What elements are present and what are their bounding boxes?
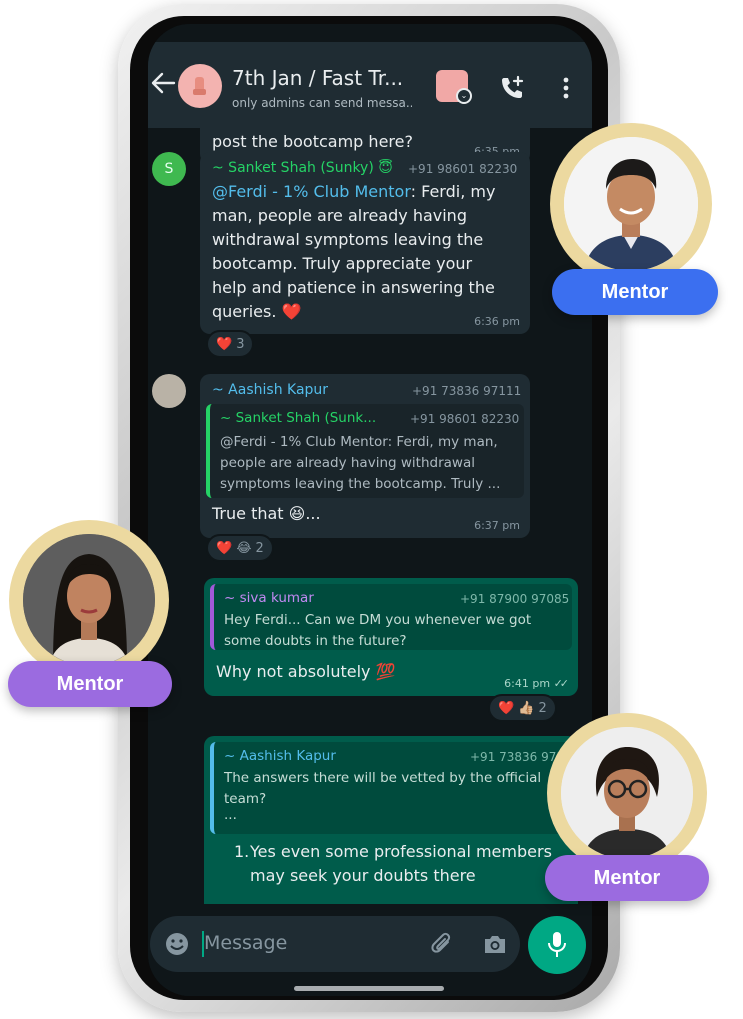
message-bubble[interactable]: ~ siva kumar +91 87900 97085 Hey Ferdi..… — [204, 578, 578, 696]
quote-phone: +91 98601 82230 — [410, 412, 520, 426]
chevron-down-icon: ⌄ — [456, 88, 472, 104]
reaction-pill[interactable]: ❤️ 👍🏼 2 — [488, 694, 557, 722]
emoji-icon[interactable] — [164, 931, 190, 957]
message-text: : Ferdi, my — [410, 182, 496, 201]
quote-body: The answers there will be vetted by the … — [224, 768, 542, 823]
quoted-message[interactable]: ~ Aashish Kapur +91 73836 9711 The answe… — [210, 742, 572, 834]
reaction-pill[interactable]: ❤️ 3 — [206, 330, 255, 358]
back-arrow-icon[interactable] — [150, 72, 176, 94]
person-portrait-icon — [561, 727, 693, 859]
message-bubble[interactable]: ~ Aashish Kapur +91 73836 97111 ~ Sanket… — [200, 374, 530, 538]
chat-header: 7th Jan / Fast Tr... only admins can sen… — [148, 42, 592, 128]
quote-body: @Ferdi - 1% Club Mentor: Ferdi, my man, … — [220, 432, 500, 495]
message-line: @Ferdi - 1% Club Mentor: Ferdi, my — [212, 180, 522, 204]
quote-line: ... — [224, 807, 237, 823]
message-line: help and patience in answering the — [212, 278, 495, 297]
reaction-count: 2 — [255, 540, 264, 556]
mic-button[interactable] — [528, 916, 586, 974]
quote-line: The answers there will be vetted by the … — [224, 770, 542, 786]
quote-line: symptoms leaving the bootcamp. Truly ... — [220, 476, 501, 492]
message-sender: ~ Aashish Kapur — [212, 382, 329, 398]
mentor-avatar — [547, 713, 707, 873]
list-text: Yes even some professional members may s… — [250, 840, 552, 888]
more-options-icon[interactable] — [556, 76, 576, 100]
sender-avatar[interactable] — [152, 374, 186, 408]
person-portrait-icon — [564, 137, 698, 271]
home-indicator[interactable] — [294, 986, 444, 991]
message-text: post the bootcamp here? — [212, 132, 413, 151]
mentor-avatar — [550, 123, 712, 285]
quote-phone: +91 87900 97085 — [460, 592, 570, 606]
message-text: True that 😆... — [212, 504, 321, 523]
quoted-message[interactable]: ~ Sanket Shah (Sunk... +91 98601 82230 @… — [206, 404, 524, 498]
reaction-emojis: ❤️ 👍🏼 — [498, 700, 535, 716]
quote-sender: ~ siva kumar — [224, 590, 314, 606]
quote-line: some doubts in the future? — [224, 633, 407, 649]
chat-subtitle: only admins can send messa... — [232, 96, 412, 110]
message-bubble[interactable]: ~ Aashish Kapur +91 73836 9711 The answe… — [204, 736, 578, 926]
message-sender: ~ Sanket Shah (Sunky) 😇 — [212, 160, 393, 176]
message-line: man, people are already having — [212, 206, 467, 225]
camera-icon[interactable] — [482, 932, 508, 956]
attach-icon[interactable] — [430, 931, 454, 957]
quote-sender: ~ Sanket Shah (Sunk... — [220, 410, 377, 426]
reaction-count: 3 — [236, 336, 245, 352]
sender-phone: +91 73836 97111 — [412, 384, 522, 398]
add-call-icon[interactable] — [498, 74, 526, 102]
mention-link[interactable]: @Ferdi - 1% Club Mentor — [212, 182, 411, 201]
quoted-message[interactable]: ~ siva kumar +91 87900 97085 Hey Ferdi..… — [210, 584, 572, 650]
mic-icon — [548, 932, 566, 957]
message-bubble[interactable]: ~ Sanket Shah (Sunky) 😇 +91 98601 82230 … — [200, 152, 530, 334]
group-avatar[interactable] — [178, 64, 222, 108]
message-time: 6:41 pm ✓✓ — [504, 677, 570, 690]
message-text: Why not absolutely 💯 — [216, 662, 396, 681]
sender-phone: +91 98601 82230 — [408, 162, 518, 176]
sender-avatar[interactable]: S — [152, 152, 186, 186]
group-avatar-icon — [193, 77, 206, 95]
sender-avatar-letter: S — [164, 161, 174, 177]
message-body: @Ferdi - 1% Club Mentor: Ferdi, my man, … — [212, 180, 522, 324]
quote-line: @Ferdi - 1% Club Mentor: Ferdi, my man, — [220, 434, 498, 450]
message-time: 6:37 pm — [474, 519, 520, 532]
message-time: 6:36 pm — [474, 315, 520, 328]
reaction-pill[interactable]: ❤️ 😂 2 — [206, 534, 274, 562]
message-placeholder: Message — [204, 932, 288, 954]
quote-line: team? — [224, 791, 267, 807]
mentor-avatar — [9, 520, 169, 680]
message-line: withdrawal symptoms leaving the — [212, 230, 484, 249]
mentor-photo — [564, 137, 698, 271]
chat-title[interactable]: 7th Jan / Fast Tr... — [232, 66, 412, 90]
chat-screen: post the bootcamp here? 6:35 pm 7th Jan … — [148, 24, 592, 996]
reaction-emojis: ❤️ — [216, 336, 233, 352]
quote-line: Hey Ferdi... Can we DM you whenever we g… — [224, 612, 532, 628]
message-line: may seek your doubts there — [250, 866, 476, 885]
message-line: Yes even some professional members — [250, 842, 552, 861]
read-ticks-icon: ✓✓ — [553, 677, 570, 690]
message-line: bootcamp. Truly appreciate your — [212, 254, 473, 273]
quote-body: Hey Ferdi... Can we DM you whenever we g… — [224, 610, 531, 652]
mentor-badge: Mentor — [8, 661, 172, 707]
mentor-badge: Mentor — [552, 269, 718, 315]
message-time-value: 6:41 pm — [504, 677, 551, 690]
mentor-photo — [23, 534, 155, 666]
message-input[interactable]: Message — [150, 916, 520, 972]
reaction-count: 2 — [538, 700, 547, 716]
quote-sender: ~ Aashish Kapur — [224, 748, 336, 764]
person-portrait-icon — [23, 534, 155, 666]
quote-line: people are already having withdrawal — [220, 455, 475, 471]
mentor-photo — [561, 727, 693, 859]
mentor-badge: Mentor — [545, 855, 709, 901]
reaction-emojis: ❤️ 😂 — [216, 540, 252, 556]
list-number: 1. — [234, 842, 250, 861]
